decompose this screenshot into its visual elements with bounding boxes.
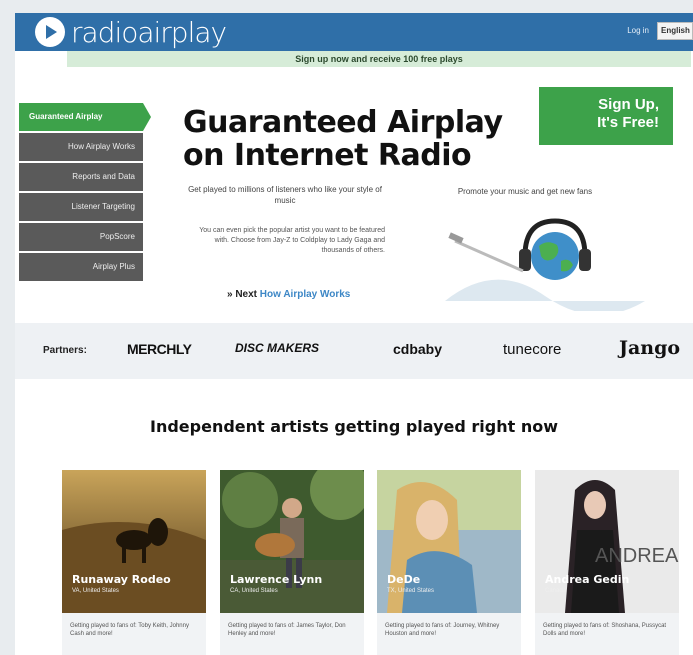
artists-section-title: Independent artists getting played right…	[150, 417, 558, 436]
artist-card[interactable]: Lawrence Lynn CA, United States Getting …	[220, 470, 364, 655]
nav-item-how-airplay-works[interactable]: How Airplay Works	[19, 133, 143, 161]
page-content: Sign up now and receive 100 free plays G…	[15, 51, 693, 655]
play-logo-icon	[35, 17, 65, 47]
partner-logo-disc-makers[interactable]: DISC MAKERS	[235, 341, 319, 355]
album-art-lettering: ANDREA	[595, 545, 679, 567]
partner-logo-cdbaby[interactable]: cdbaby	[393, 341, 442, 357]
partners-strip: Partners: MERCHLY DISC MAKERS cdbaby tun…	[15, 323, 693, 379]
partner-logo-jango[interactable]: Jango	[619, 337, 680, 359]
artist-card[interactable]: ANDREA Andrea Gedin Canada Getting playe…	[535, 470, 679, 655]
hero-body-text: You can even pick the popular artist you…	[199, 227, 385, 254]
artist-blurb: Getting played to fans of: Journey, Whit…	[377, 613, 521, 655]
logo-text: radioairplay	[71, 15, 227, 49]
nav-item-airplay-plus[interactable]: Airplay Plus	[19, 253, 143, 281]
hero-lead-text: Get played to millions of listeners who …	[188, 185, 382, 205]
title-line-2: on Internet Radio	[183, 138, 472, 173]
signup-button-line-2: It's Free!	[597, 114, 659, 131]
next-prefix: » Next	[227, 289, 258, 300]
artist-card[interactable]: DeDe TX, United States Getting played to…	[377, 470, 521, 655]
partner-logo-tunecore[interactable]: tunecore	[503, 341, 561, 358]
nav-item-guaranteed-airplay[interactable]: Guaranteed Airplay	[19, 103, 151, 131]
background-swoosh	[445, 279, 645, 311]
nav-item-listener-targeting[interactable]: Listener Targeting	[19, 193, 143, 221]
artist-card[interactable]: Runaway Rodeo VA, United States Getting …	[62, 470, 206, 655]
title-line-1: Guaranteed Airplay	[183, 105, 503, 140]
signup-button[interactable]: Sign Up, It's Free!	[539, 87, 673, 145]
artist-location: TX, United States	[387, 588, 435, 594]
artist-location: Canada	[545, 588, 567, 594]
nav-item-reports-and-data[interactable]: Reports and Data	[19, 163, 143, 191]
partners-label: Partners:	[43, 345, 87, 356]
artist-blurb: Getting played to fans of: James Taylor,…	[220, 613, 364, 655]
page-title: Guaranteed Airplay on Internet Radio	[183, 106, 513, 172]
how-airplay-works-link[interactable]: How Airplay Works	[260, 289, 351, 300]
artist-name: DeDe	[387, 573, 421, 586]
artist-blurb: Getting played to fans of: Shoshana, Pus…	[535, 613, 679, 655]
language-select[interactable]: English	[657, 22, 693, 40]
partner-logo-merchly[interactable]: MERCHLY	[127, 341, 192, 357]
top-bar: radioairplay Log in English	[15, 13, 693, 51]
login-link[interactable]: Log in	[627, 26, 649, 35]
artist-name: Runaway Rodeo	[72, 573, 171, 586]
promo-text: Promote your music and get new fans	[457, 187, 593, 196]
cable	[454, 239, 524, 273]
signup-banner[interactable]: Sign up now and receive 100 free plays	[67, 51, 691, 67]
artist-name: Lawrence Lynn	[230, 573, 323, 586]
logo[interactable]: radioairplay	[35, 15, 227, 49]
nav-item-popscore[interactable]: PopScore	[19, 223, 143, 251]
next-link[interactable]: » Next How Airplay Works	[227, 289, 350, 300]
globe-headphones-illustration	[445, 218, 645, 311]
artist-location: CA, United States	[230, 588, 278, 594]
artist-blurb: Getting played to fans of: Toby Keith, J…	[62, 613, 206, 655]
side-nav: Guaranteed Airplay How Airplay Works Rep…	[19, 103, 151, 283]
signup-button-line-1: Sign Up,	[598, 96, 659, 113]
artist-name: Andrea Gedin	[545, 573, 630, 586]
artist-location: VA, United States	[72, 588, 119, 594]
